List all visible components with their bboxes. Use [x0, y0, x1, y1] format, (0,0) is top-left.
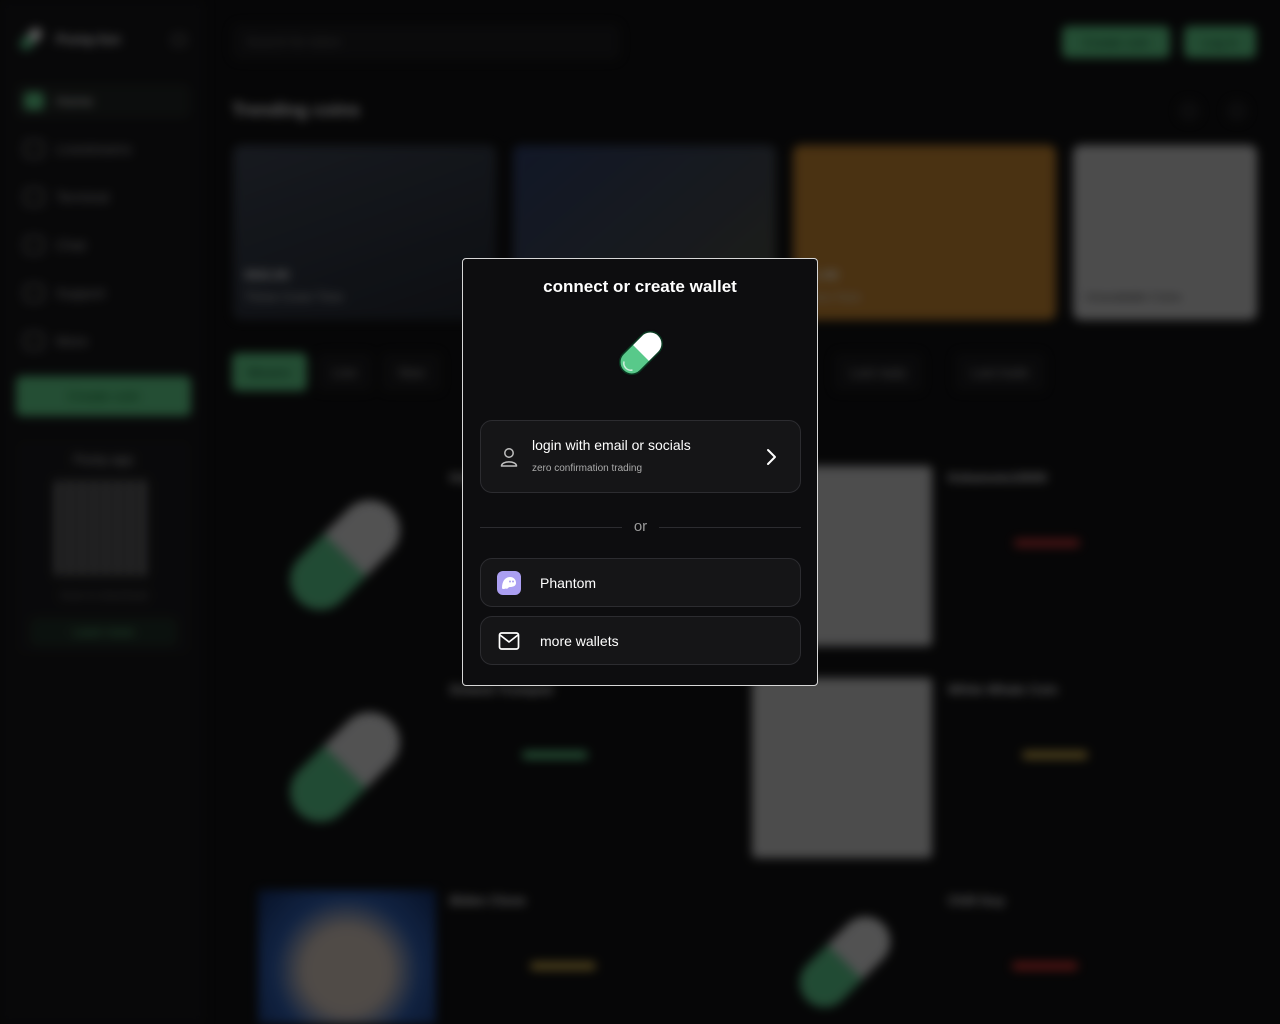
more-wallets-button[interactable]: more wallets [480, 616, 801, 665]
phantom-icon [497, 571, 521, 595]
or-divider: or [480, 518, 801, 535]
login-subtext: zero confirmation trading [532, 463, 643, 474]
modal-title: connect or create wallet [543, 277, 737, 296]
divider-label: or [633, 518, 648, 535]
login-label: login with email or socials [532, 437, 691, 453]
chevron-right-icon [767, 449, 776, 465]
more-wallets-label: more wallets [540, 632, 619, 649]
user-icon [500, 448, 518, 467]
login-email-socials-button[interactable]: login with email or socials zero confirm… [480, 420, 801, 493]
connect-wallet-modal: connect or create wallet login with emai… [462, 258, 818, 686]
mail-icon [498, 632, 520, 650]
pill-logo-icon [617, 329, 665, 377]
phantom-wallet-button[interactable]: Phantom [480, 558, 801, 607]
phantom-label: Phantom [540, 574, 597, 591]
